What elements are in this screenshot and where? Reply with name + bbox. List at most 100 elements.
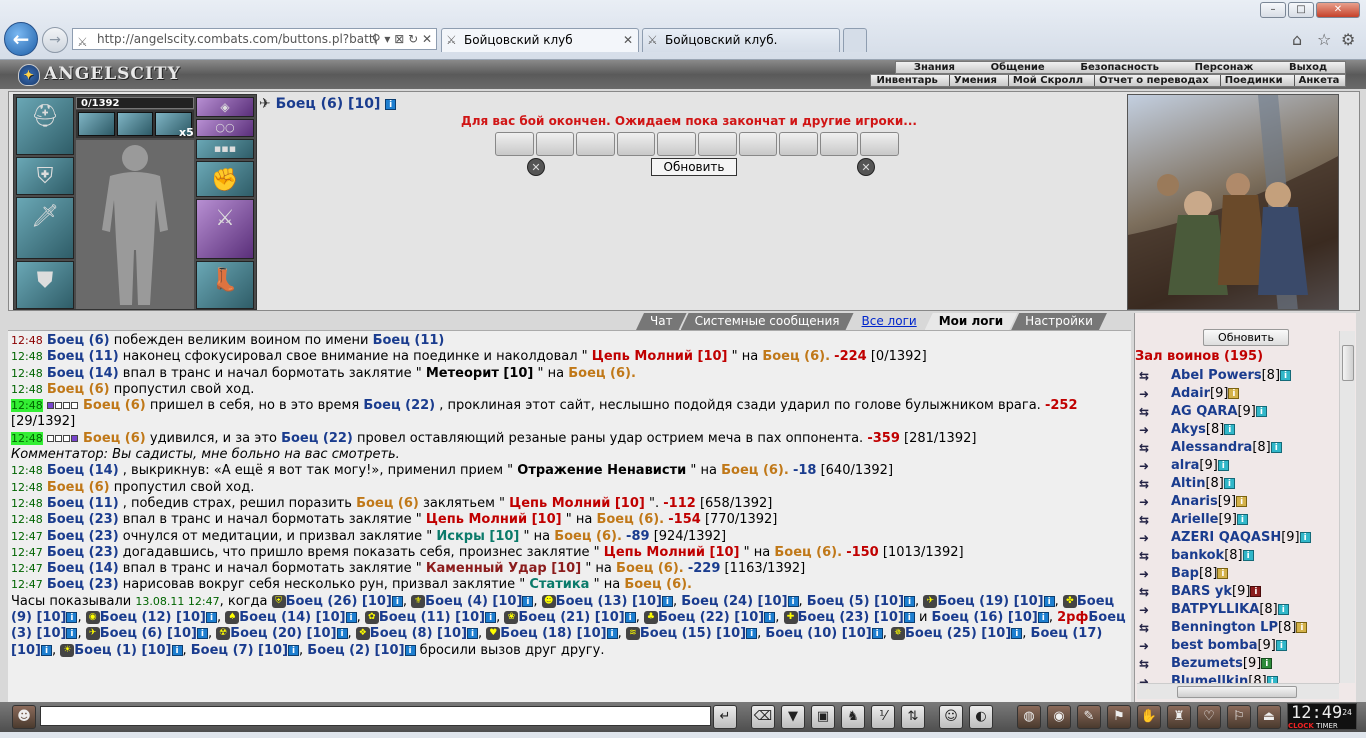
armor-slot[interactable]: ⛊	[16, 261, 74, 309]
player-row[interactable]: ⇆ bankok[8] i	[1135, 547, 1339, 565]
player-row[interactable]: ➜ Blumellkin[8] i	[1135, 673, 1339, 683]
info-icon[interactable]: i	[746, 628, 758, 640]
save-icon[interactable]: ▣	[811, 705, 835, 729]
clan-badge-icon[interactable]: ☻	[541, 594, 556, 608]
player-name[interactable]: BATPYLLIKA	[1171, 602, 1259, 617]
clan-badge-icon[interactable]: ❀	[504, 611, 519, 625]
helmet-button-icon[interactable]: ◐	[969, 705, 993, 729]
menu-skills[interactable]: Умения	[948, 75, 997, 86]
fighter-link[interactable]: Боец (18) [10]	[500, 626, 606, 641]
fighter-link[interactable]: Боец (6)	[47, 333, 110, 348]
menu-communication[interactable]: Общение	[991, 62, 1045, 73]
tab-close-icon[interactable]: ✕	[623, 29, 633, 51]
action-7-icon[interactable]: ♡	[1197, 705, 1221, 729]
fighter-link[interactable]: Боец (6).	[554, 529, 622, 544]
eraser-icon[interactable]: ⌫	[751, 705, 775, 729]
menu-profile[interactable]: Анкета	[1293, 75, 1339, 86]
fighter-link[interactable]: Боец (20) [10]	[230, 626, 336, 641]
private-message-icon[interactable]: ➜	[1139, 603, 1157, 617]
fighter-link[interactable]: Боец (6).	[616, 561, 684, 576]
scroll-lock-icon[interactable]: ⇅	[901, 705, 925, 729]
fighter-link[interactable]: Боец (6).	[568, 366, 636, 381]
player-name[interactable]: Bezumets	[1171, 656, 1243, 671]
new-tab-button[interactable]	[843, 28, 867, 52]
info-icon[interactable]: i	[1275, 640, 1287, 651]
fighter-link[interactable]: Боец (26) [10]	[286, 594, 392, 609]
action-6-icon[interactable]: ♜	[1167, 705, 1191, 729]
private-message-icon[interactable]: ⇆	[1139, 549, 1157, 563]
forward-button[interactable]: →	[42, 27, 68, 53]
fighter-link[interactable]: Боец (23)	[47, 545, 119, 560]
send-icon[interactable]: ↵	[713, 705, 737, 729]
fighter-link[interactable]: Боец (7) [10]	[191, 643, 288, 658]
info-icon[interactable]: i	[1043, 595, 1055, 607]
weapon-right-slot[interactable]: ⚔	[196, 199, 254, 259]
address-bar[interactable]: ⚔ http://angelscity.combats.com/buttons.…	[72, 28, 437, 50]
player-name[interactable]: AG QARA	[1171, 404, 1237, 419]
info-icon[interactable]: i	[1270, 442, 1282, 453]
info-icon[interactable]: i	[1296, 622, 1308, 633]
tab-settings[interactable]: Настройки	[1011, 313, 1107, 330]
menu-inventory[interactable]: Инвентарь	[877, 75, 938, 86]
fighter-link[interactable]: Боец (14)	[47, 561, 119, 576]
private-message-icon[interactable]: ⇆	[1139, 441, 1157, 455]
player-row[interactable]: ⇆ Altin[8] i	[1135, 475, 1339, 493]
info-icon[interactable]: i	[1255, 406, 1267, 417]
fighter-link[interactable]: Боец (23)	[47, 529, 119, 544]
info-icon[interactable]: i	[606, 628, 618, 640]
fighter-link[interactable]: Боец (6)	[356, 496, 419, 511]
private-message-icon[interactable]: ⇆	[1139, 405, 1157, 419]
scroll-slot[interactable]	[616, 132, 656, 156]
info-icon[interactable]: i	[1011, 628, 1023, 640]
action-2-icon[interactable]: ◉	[1047, 705, 1071, 729]
info-icon[interactable]: i	[904, 595, 916, 607]
close-window-button[interactable]: ✕	[1316, 2, 1360, 18]
info-icon[interactable]: i	[1223, 478, 1235, 489]
info-icon[interactable]: i	[522, 595, 534, 607]
clan-badge-icon[interactable]: ◉	[85, 611, 100, 625]
fighter-link[interactable]: Боец (8) [10]	[370, 626, 467, 641]
vertical-scrollbar[interactable]	[1339, 331, 1355, 683]
private-message-icon[interactable]: ➜	[1139, 639, 1157, 653]
private-message-icon[interactable]: ⇆	[1139, 477, 1157, 491]
fighter-link[interactable]: Боец (13) [10]	[556, 594, 662, 609]
tab-chat[interactable]: Чат	[636, 313, 687, 330]
action-5-icon[interactable]: ✋	[1137, 705, 1161, 729]
info-icon[interactable]: i	[624, 612, 636, 624]
menu-my-scroll[interactable]: Мой Скролл	[1007, 75, 1083, 86]
rune-slot[interactable]	[78, 112, 115, 136]
address-tools-icon[interactable]: ⚲ ▾ ⊠ ↻ ✕	[372, 29, 432, 49]
info-icon[interactable]: i	[336, 628, 348, 640]
fighter-label[interactable]: ✈ Боец (6) [10] i	[259, 96, 397, 112]
info-icon[interactable]: i	[206, 612, 217, 624]
fighter-link[interactable]: Боец (14) [10]	[239, 610, 345, 625]
clock-label[interactable]: CLOCK	[1288, 722, 1314, 730]
private-message-icon[interactable]: ➜	[1139, 495, 1157, 509]
fighter-link[interactable]: Боец (23)	[47, 512, 119, 527]
info-icon[interactable]: i	[171, 644, 183, 656]
horizontal-scrollbar[interactable]	[1137, 683, 1339, 699]
private-message-icon[interactable]: ➜	[1139, 531, 1157, 545]
info-icon[interactable]: i	[288, 644, 300, 656]
chat-input[interactable]	[40, 706, 711, 726]
tab-my-logs[interactable]: Мои логи	[925, 313, 1017, 330]
fighter-link[interactable]: Боец (6)	[83, 398, 146, 413]
private-message-icon[interactable]: ➜	[1139, 567, 1157, 581]
clan-badge-icon[interactable]: ♠	[225, 611, 240, 625]
private-message-icon[interactable]: ⇆	[1139, 585, 1157, 599]
info-icon[interactable]: i	[787, 595, 799, 607]
info-icon[interactable]: i	[385, 98, 397, 110]
tab-all-logs[interactable]: Все логи	[848, 313, 931, 330]
fighter-link[interactable]: Боец (2) [10]	[307, 643, 404, 658]
fighter-link[interactable]: Боец (6)	[83, 431, 146, 446]
private-message-icon[interactable]: ⇆	[1139, 657, 1157, 671]
player-name[interactable]: AZERI QAQASH	[1171, 530, 1281, 545]
clan-badge-icon[interactable]: ⚜	[411, 594, 426, 608]
boots-slot[interactable]: 👢	[196, 261, 254, 309]
amulet-slot[interactable]: ◈	[196, 97, 254, 117]
timer-label[interactable]: TIMER	[1316, 722, 1338, 730]
player-name[interactable]: Bap	[1171, 566, 1199, 581]
info-icon[interactable]: i	[1228, 388, 1240, 399]
player-row[interactable]: ⇆ Alessandra[8] i	[1135, 439, 1339, 457]
clan-badge-icon[interactable]: ♣	[643, 611, 658, 625]
